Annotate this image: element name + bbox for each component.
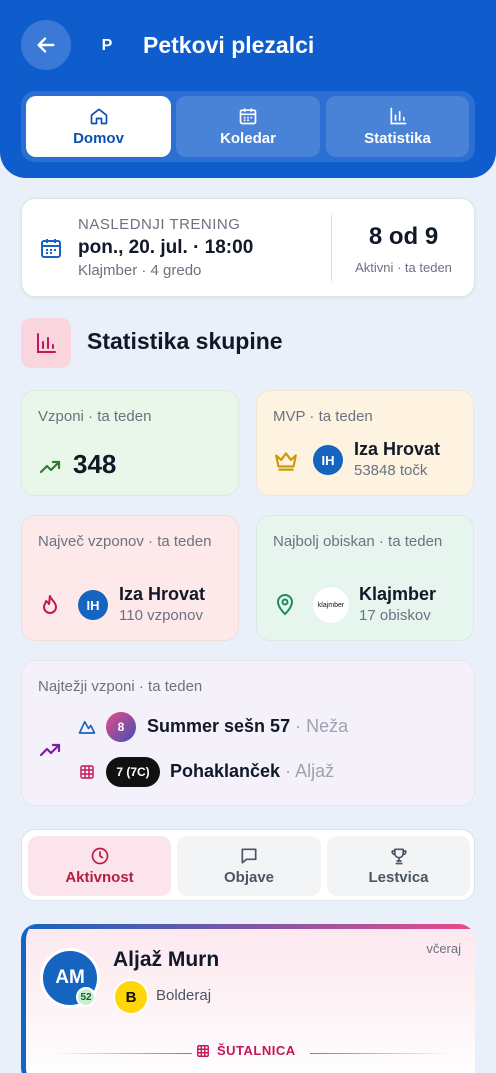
stat-label: MVP · ta teden [273,408,373,425]
mvp-points: 53848 točk [354,462,428,479]
stat-most-visited-card: Najbolj obiskan · ta teden klajmber Klaj… [256,515,474,641]
divider [52,1053,192,1054]
tab-label: Lestvica [368,869,429,886]
feed-tabs: Aktivnost Objave Lestvica [21,829,475,901]
grade-badge: 8 [106,712,136,742]
app-header: P Petkovi plezalci Domov Koledar Statist… [0,0,496,178]
divider [310,1053,450,1054]
mountain-icon [78,720,96,734]
crown-icon [275,452,297,471]
avatar: IH [313,445,343,475]
bar-chart-icon [390,107,406,125]
tab-domov[interactable]: Domov [26,96,171,157]
group-avatar: P [101,37,113,54]
page-title: Petkovi plezalci [143,32,315,58]
calendar-icon [239,108,257,125]
activity-user-name[interactable]: Aljaž Murn [113,948,219,972]
gym-visits: 17 obiskov [359,607,431,624]
next-training-label: NASLEDNJI TRENING [78,216,241,233]
level-badge: 52 [76,987,96,1007]
tab-objave[interactable]: Objave [177,836,321,896]
activity-card[interactable]: AM 52 Aljaž Murn včeraj B Bolderaj ŠUTAL… [21,924,475,1073]
card-accent-line [26,924,475,929]
stats-header-icon-box [21,318,71,368]
hardest-climb-row: Pohaklanček · Aljaž [170,761,334,782]
stat-climbs-card: Vzponi · ta teden 348 [21,390,239,496]
hardest-climb-row: Summer sešn 57 · Neža [147,716,348,737]
top-climber-count: 110 vzponov [119,607,203,624]
location-pin-icon [276,594,294,616]
stat-label: Vzponi · ta teden [38,408,152,425]
stat-label: Najtežji vzponi · ta teden [38,678,203,695]
top-climber-name: Iza Hrovat [119,584,206,604]
activity-tag: ŠUTALNICA [196,1043,296,1058]
calendar-icon [41,239,61,258]
back-button[interactable] [21,20,71,70]
stat-mvp-card: MVP · ta teden IH Iza Hrovat 53848 točk [256,390,474,496]
tab-label: Objave [223,869,275,886]
stat-label: Najbolj obiskan · ta teden [273,533,443,550]
route-name: Summer sešn 57 [147,716,291,736]
trophy-icon [390,848,407,865]
separator: · [280,761,296,781]
grid-wall-icon [80,765,94,779]
chat-icon [241,848,257,864]
activity-tag-label: ŠUTALNICA [217,1043,296,1058]
gym-logo: B [113,979,149,1015]
next-training-datetime: pon., 20. jul. · 18:00 [78,237,254,258]
avatar: IH [78,590,108,620]
tab-label: Statistika [364,130,431,147]
stats-section-title: Statistika skupine [87,328,283,354]
active-count-label: Aktivni · ta teden [355,260,452,275]
stat-climbs-value: 348 [73,449,117,479]
tab-label: Domov [73,130,124,147]
next-training-place: Klajmber · 4 gredo [78,262,202,279]
climber-name: Aljaž [295,761,335,781]
tab-label: Aktivnost [65,869,134,886]
stat-hardest-climbs-card: Najtežji vzponi · ta teden 8 Summer sešn… [21,660,475,806]
tab-koledar[interactable]: Koledar [176,96,320,157]
tab-lestvica[interactable]: Lestvica [327,836,470,896]
activity-timestamp: včeraj [426,941,461,956]
trending-up-icon [39,743,61,757]
clock-icon [91,847,108,865]
stat-most-climbs-card: Največ vzponov · ta teden IH Iza Hrovat … [21,515,239,641]
trending-up-icon [39,460,61,474]
activity-gym: Bolderaj [156,987,212,1004]
gym-logo: klajmber [313,587,349,623]
separator: · [290,716,307,736]
grid-wall-icon [197,1044,209,1057]
flame-icon [43,595,57,614]
grade-badge: 7 (7C) [106,757,160,787]
stat-label: Največ vzponov · ta teden [38,533,212,550]
route-name: Pohaklanček [170,761,281,781]
divider [331,215,332,281]
main-tabs: Domov Koledar Statistika [21,91,475,162]
active-count: 8 od 9 [368,223,439,250]
mvp-name: Iza Hrovat [354,439,441,459]
next-training-card[interactable]: NASLEDNJI TRENING pon., 20. jul. · 18:00… [21,198,475,297]
tab-statistika[interactable]: Statistika [326,96,469,157]
bar-chart-icon [37,333,56,353]
arrow-left-icon [37,37,55,53]
tab-label: Koledar [220,130,276,147]
gym-name: Klajmber [359,584,437,604]
home-icon [90,108,107,125]
tab-aktivnost[interactable]: Aktivnost [28,836,171,896]
climber-name: Neža [306,716,349,736]
